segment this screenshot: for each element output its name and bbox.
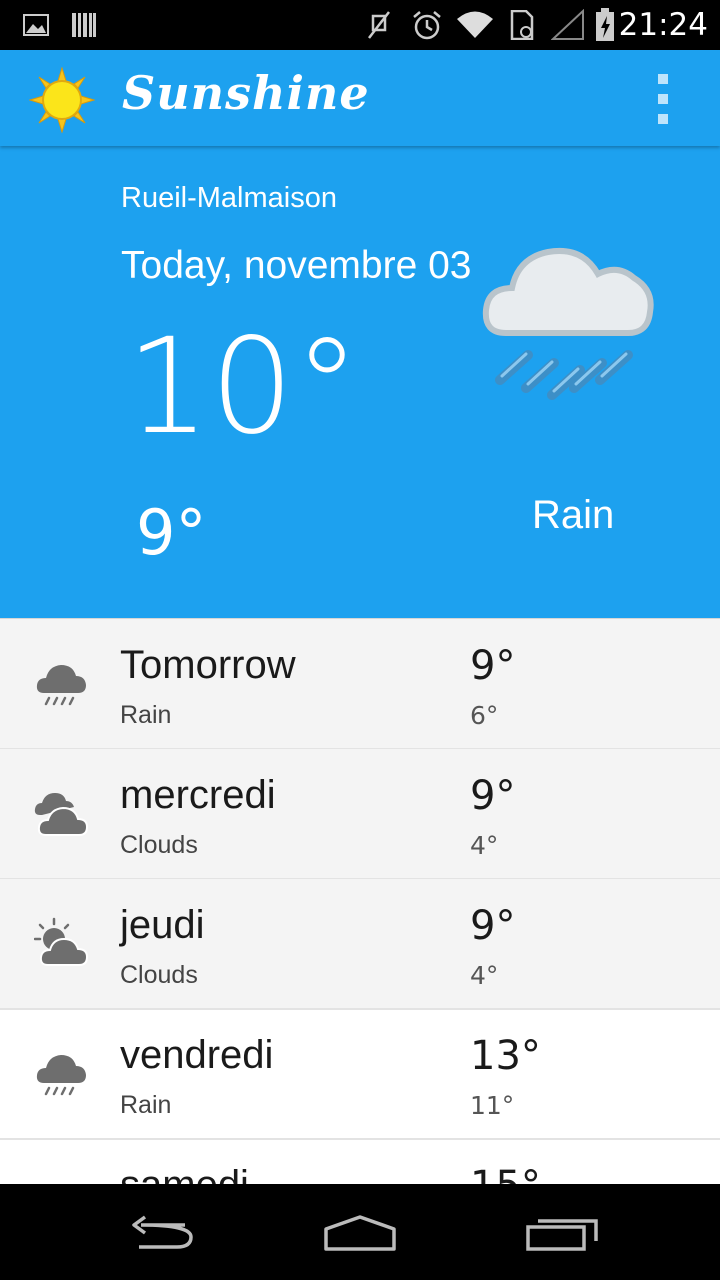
forecast-description: Rain [120,701,172,729]
clock: 21:24 [618,7,708,43]
clouds-icon [34,787,89,841]
status-bar: 21:24 [0,0,720,50]
barcode-icon [71,0,97,50]
forecast-day: samedi [120,1163,249,1185]
forecast-high-temp: 9° [470,773,516,819]
rain-icon [34,657,88,711]
forecast-description: Clouds [120,831,198,859]
today-low-temp: 9° [136,496,207,569]
today-date: Today, novembre 03 [121,244,472,287]
forecast-day: vendredi [120,1033,274,1077]
back-icon[interactable] [120,1206,200,1260]
forecast-item[interactable]: jeudi Clouds 9° 4° [0,879,720,1010]
overflow-menu-icon[interactable] [648,74,678,124]
today-panel[interactable]: Rueil-Malmaison Today, novembre 03 10° 9… [0,146,720,618]
forecast-description: Clouds [120,961,198,989]
today-high-temp: 10° [126,310,360,464]
gallery-icon [22,0,50,50]
forecast-item[interactable]: vendredi Rain 13° 11° [0,1009,720,1140]
home-icon[interactable] [320,1206,400,1260]
forecast-low-temp: 6° [470,701,499,730]
forecast-low-temp: 4° [470,831,499,860]
app-bar: Sunshine [0,50,720,146]
sim-icon [508,0,536,50]
partly-cloudy-icon [33,917,89,971]
rain-icon [478,230,660,410]
navigation-bar [0,1184,720,1280]
battery-icon [594,0,616,50]
forecast-high-temp: 13° [470,1033,541,1079]
forecast-high-temp: 9° [470,643,516,689]
today-description: Rain [532,493,615,537]
forecast-item[interactable]: Tomorrow Rain 9° 6° [0,619,720,750]
forecast-item[interactable]: samedi 15° [0,1139,720,1185]
forecast-high-temp: 15° [470,1163,541,1185]
forecast-description: Rain [120,1091,172,1119]
city-name: Rueil-Malmaison [121,182,337,214]
forecast-low-temp: 4° [470,961,499,990]
alarm-icon [410,0,444,50]
forecast-day: jeudi [120,903,205,947]
forecast-high-temp: 9° [470,903,516,949]
rain-icon [34,1047,88,1101]
forecast-day: mercredi [120,773,276,817]
app-title: Sunshine [122,66,370,120]
forecast-low-temp: 11° [470,1091,515,1120]
forecast-day: Tomorrow [120,643,296,687]
sun-icon [28,66,96,134]
recents-icon[interactable] [522,1206,602,1260]
wifi-icon [455,0,495,50]
forecast-item[interactable]: mercredi Clouds 9° 4° [0,749,720,880]
mute-icon [364,0,394,50]
signal-icon [550,0,586,50]
forecast-list[interactable]: Tomorrow Rain 9° 6° mercredi Clouds 9° 4… [0,618,720,1185]
